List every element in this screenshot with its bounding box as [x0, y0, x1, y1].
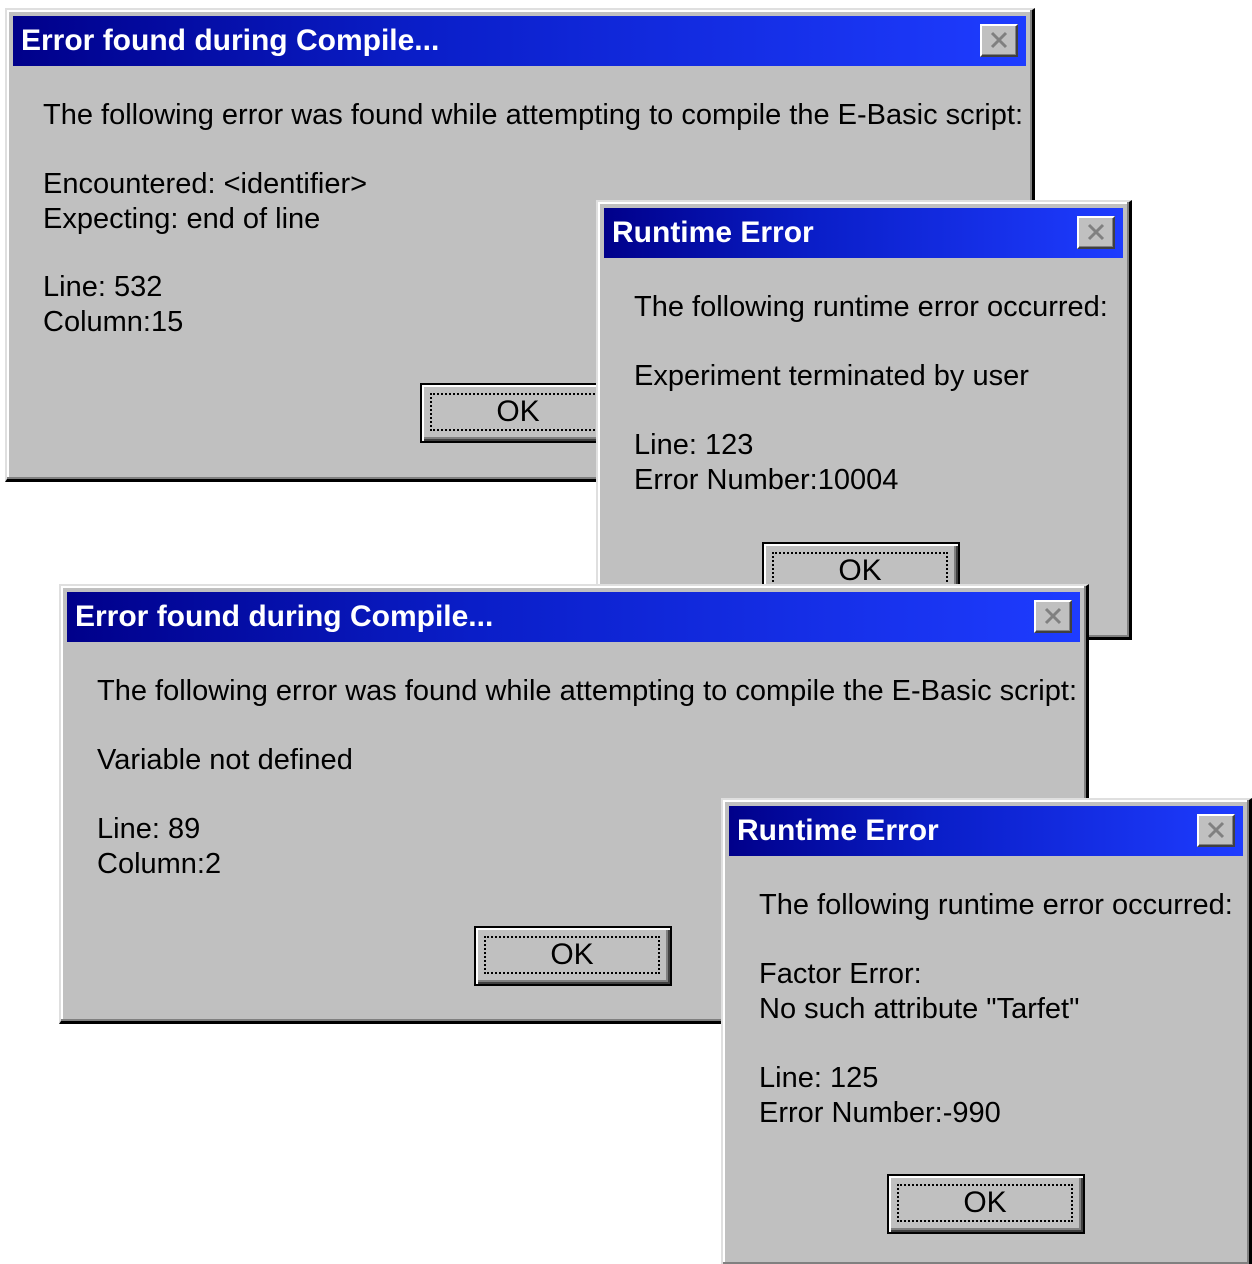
- runtime-error-dialog-2: Runtime Error The following runtime erro…: [721, 798, 1252, 1264]
- ok-button[interactable]: OK: [420, 383, 618, 443]
- title-bar[interactable]: Error found during Compile...: [13, 16, 1026, 66]
- error-line: Line: 89: [97, 813, 201, 845]
- error-expecting: Expecting: end of line: [43, 203, 321, 235]
- ok-button[interactable]: OK: [887, 1174, 1085, 1234]
- close-button[interactable]: [1197, 814, 1235, 847]
- error-line: Line: 125: [759, 1062, 879, 1094]
- error-number: Error Number:-990: [759, 1097, 1001, 1129]
- ok-button[interactable]: OK: [474, 926, 672, 986]
- error-message: Experiment terminated by user: [634, 360, 1029, 392]
- title-bar[interactable]: Runtime Error: [604, 208, 1123, 258]
- close-button[interactable]: [1077, 216, 1115, 249]
- dialog-title: Error found during Compile...: [21, 24, 440, 57]
- error-column: Column:2: [97, 848, 222, 880]
- error-line: Line: 532: [43, 271, 163, 303]
- title-bar[interactable]: Runtime Error: [729, 806, 1243, 856]
- ok-label: OK: [963, 1186, 1007, 1219]
- dialog-title: Runtime Error: [612, 216, 814, 249]
- error-intro: The following error was found while atte…: [43, 99, 1023, 131]
- runtime-error-dialog-1: Runtime Error The following runtime erro…: [596, 200, 1132, 640]
- dialog-title: Runtime Error: [737, 814, 939, 847]
- close-icon: [1087, 223, 1105, 241]
- close-button[interactable]: [1034, 600, 1072, 633]
- close-button[interactable]: [980, 24, 1018, 57]
- error-attribute: No such attribute "Tarfet": [759, 993, 1080, 1025]
- error-intro: The following runtime error occurred:: [634, 291, 1108, 323]
- close-icon: [1207, 821, 1225, 839]
- dialog-title: Error found during Compile...: [75, 600, 494, 633]
- ok-label: OK: [496, 395, 540, 428]
- title-bar[interactable]: Error found during Compile...: [67, 592, 1080, 642]
- error-encountered: Encountered: <identifier>: [43, 168, 368, 200]
- ok-label: OK: [838, 554, 882, 587]
- error-message: Factor Error:: [759, 958, 922, 990]
- error-intro: The following error was found while atte…: [97, 675, 1077, 707]
- close-icon: [990, 31, 1008, 49]
- error-line: Line: 123: [634, 429, 754, 461]
- close-icon: [1044, 607, 1062, 625]
- error-intro: The following runtime error occurred:: [759, 889, 1233, 921]
- error-column: Column:15: [43, 306, 184, 338]
- ok-label: OK: [550, 938, 594, 971]
- error-message: Variable not defined: [97, 744, 353, 776]
- error-number: Error Number:10004: [634, 464, 899, 496]
